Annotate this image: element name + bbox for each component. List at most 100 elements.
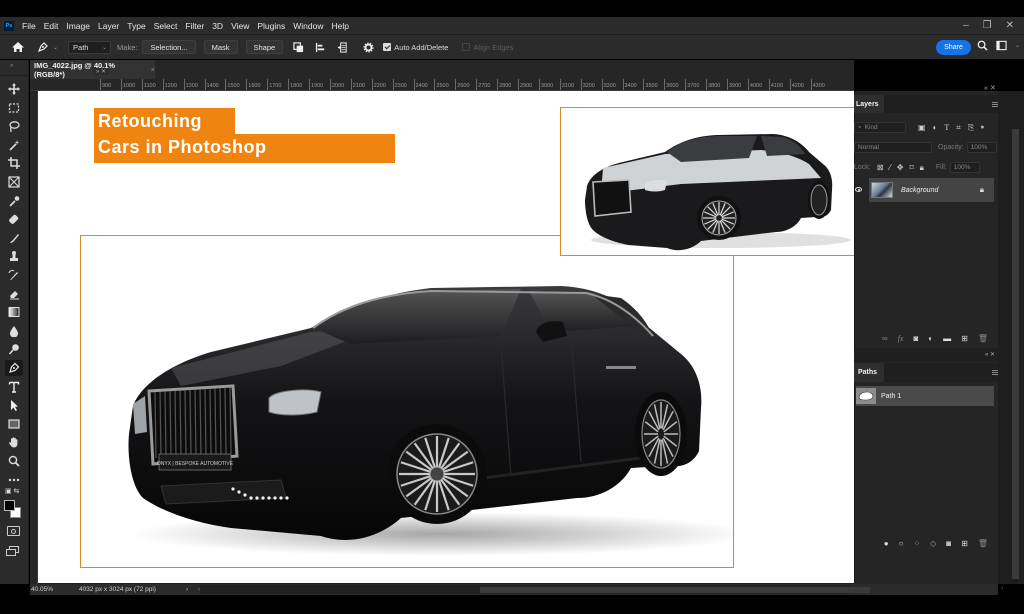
new-group-icon[interactable]: ▬ — [943, 334, 951, 343]
menu-type[interactable]: Type — [127, 21, 145, 31]
filter-smart-object-icon[interactable]: ⎘ — [968, 123, 974, 133]
dodge-tool[interactable] — [5, 341, 23, 357]
panel-collapse-close[interactable]: « ✕ — [984, 84, 996, 92]
collapse-toolbar-icon[interactable]: » — [0, 60, 29, 76]
eyedropper-tool[interactable] — [5, 193, 23, 209]
hand-tool[interactable] — [5, 434, 23, 450]
vertical-ruler[interactable] — [30, 91, 38, 584]
panel-dock-scrollbar[interactable] — [998, 91, 1024, 584]
lock-transparent-pixels-icon[interactable]: ⊠ — [877, 163, 884, 172]
crop-tool[interactable] — [5, 155, 23, 171]
filter-adjustment-icon[interactable]: ◐ — [933, 123, 938, 132]
close-document-icon[interactable]: × — [151, 65, 155, 74]
paths-panel-menu-icon[interactable] — [992, 370, 998, 375]
healing-brush-tool[interactable] — [5, 211, 23, 227]
menu-view[interactable]: View — [231, 21, 249, 31]
link-layers-icon[interactable]: ∞ — [882, 334, 888, 343]
lock-image-pixels-icon[interactable]: ⁄ — [889, 163, 890, 172]
share-button[interactable]: Share — [936, 40, 971, 55]
new-path-icon[interactable]: ⊞ — [961, 539, 968, 548]
pen-tool-icon[interactable] — [37, 41, 49, 53]
search-icon[interactable] — [977, 40, 988, 51]
zoom-level[interactable]: 40.05% — [31, 586, 78, 593]
document-canvas[interactable]: Retouching Cars in Photoshop ONYX | BESP… — [38, 91, 854, 583]
new-adjustment-layer-icon[interactable]: ◐ — [928, 334, 933, 343]
workspace-icon[interactable] — [996, 40, 1007, 51]
status-expand-icon[interactable]: › — [186, 586, 188, 593]
type-tool[interactable] — [5, 379, 23, 395]
scroll-right-icon[interactable]: › — [1001, 585, 1003, 592]
blur-tool[interactable] — [5, 323, 23, 339]
rectangle-tool[interactable] — [5, 416, 23, 432]
add-mask-icon[interactable]: ◙ — [946, 539, 951, 548]
eraser-tool[interactable] — [5, 286, 23, 302]
delete-path-icon[interactable]: 🗑︎ — [978, 539, 988, 548]
path-row-path-1[interactable]: Path 1 — [856, 386, 994, 406]
gradient-tool[interactable] — [5, 304, 23, 320]
align-edges-checkbox[interactable] — [462, 43, 471, 51]
make-mask-button[interactable]: Mask — [203, 40, 238, 54]
foreground-color-swatch[interactable] — [4, 500, 15, 511]
menu-plugins[interactable]: Plugins — [257, 21, 285, 31]
lock-position-icon[interactable]: ✥ — [897, 163, 904, 172]
layer-filter-kind-select[interactable]: ⌕ Kind — [854, 122, 906, 133]
close-button[interactable]: ✕ — [1006, 20, 1014, 31]
workspace-chevron-icon[interactable]: ⌄ — [1015, 42, 1020, 49]
lock-artboard-icon[interactable]: ⌑ — [909, 163, 913, 172]
frame-tool[interactable] — [5, 174, 23, 190]
minimize-button[interactable]: – — [963, 20, 969, 31]
path-alignment-icon[interactable] — [313, 40, 327, 54]
quick-mask-icon[interactable] — [7, 526, 20, 536]
paths-panel-collapse-close[interactable]: « ✕ — [985, 351, 995, 358]
layer-fx-icon[interactable]: fx — [898, 334, 904, 343]
move-tool[interactable] — [5, 81, 23, 97]
filter-type-icon[interactable]: T — [944, 123, 949, 132]
menu-filter[interactable]: Filter — [185, 21, 204, 31]
lock-all-icon[interactable]: 🔒︎ — [920, 163, 924, 173]
path-arrangement-icon[interactable] — [335, 40, 349, 54]
tab-paths[interactable]: Paths — [854, 363, 884, 382]
zoom-tool[interactable] — [5, 453, 23, 469]
menu-layer[interactable]: Layer — [98, 21, 119, 31]
marquee-tool[interactable] — [5, 100, 23, 116]
make-shape-button[interactable]: Shape — [245, 40, 284, 54]
new-layer-icon[interactable]: ⊞ — [961, 334, 968, 343]
path-operations-icon[interactable] — [291, 40, 305, 54]
delete-layer-icon[interactable]: 🗑︎ — [978, 334, 988, 343]
brush-tool[interactable] — [5, 230, 23, 246]
home-icon[interactable] — [11, 40, 25, 54]
stroke-path-icon[interactable]: ○ — [899, 539, 904, 548]
pen-tool[interactable] — [5, 360, 23, 376]
load-path-as-selection-icon[interactable]: ⁘ — [913, 539, 920, 548]
panel-divider[interactable] — [854, 348, 998, 362]
fill-input[interactable]: 100% — [949, 162, 980, 173]
fill-path-icon[interactable]: ● — [884, 539, 889, 548]
menu-image[interactable]: Image — [66, 21, 90, 31]
blend-mode-select[interactable]: Normal — [854, 142, 932, 153]
tab-layers[interactable]: Layers — [854, 95, 884, 113]
auto-add-delete-checkbox[interactable] — [383, 43, 392, 51]
horizontal-ruler[interactable]: 900 1000 1100 1200 1300 1400 1500 1600 1700 1800 1… — [30, 79, 854, 91]
pen-mode-select[interactable]: Path ⌄ — [68, 40, 112, 54]
canvas-area[interactable]: Retouching Cars in Photoshop ONYX | BESP… — [38, 91, 854, 584]
make-selection-button[interactable]: Selection... — [142, 40, 196, 54]
menu-3d[interactable]: 3D — [212, 21, 223, 31]
layer-row-background[interactable]: Background 🔒︎ — [869, 178, 994, 202]
filter-pixel-icon[interactable]: ▣ — [918, 123, 926, 132]
menu-help[interactable]: Help — [331, 21, 348, 31]
make-work-path-icon[interactable]: ◇ — [930, 539, 936, 548]
menu-file[interactable]: File — [22, 21, 36, 31]
gear-icon[interactable] — [361, 40, 375, 54]
opacity-input[interactable]: 100% — [966, 142, 997, 153]
horizontal-scrollbar[interactable] — [200, 585, 870, 594]
filter-shape-icon[interactable]: ⌗ — [956, 123, 961, 133]
swap-colors-icon[interactable]: ▣ ⇆ — [5, 487, 23, 497]
magic-wand-tool[interactable] — [5, 137, 23, 153]
layers-panel-menu-icon[interactable] — [992, 102, 998, 107]
filter-toggle-icon[interactable]: ● — [980, 124, 984, 131]
screen-mode-icon[interactable] — [6, 546, 20, 557]
path-selection-tool[interactable] — [5, 397, 23, 413]
clone-stamp-tool[interactable] — [5, 248, 23, 264]
restore-button[interactable]: ❐ — [983, 20, 992, 31]
layer-visibility-eye-icon[interactable] — [855, 187, 862, 192]
